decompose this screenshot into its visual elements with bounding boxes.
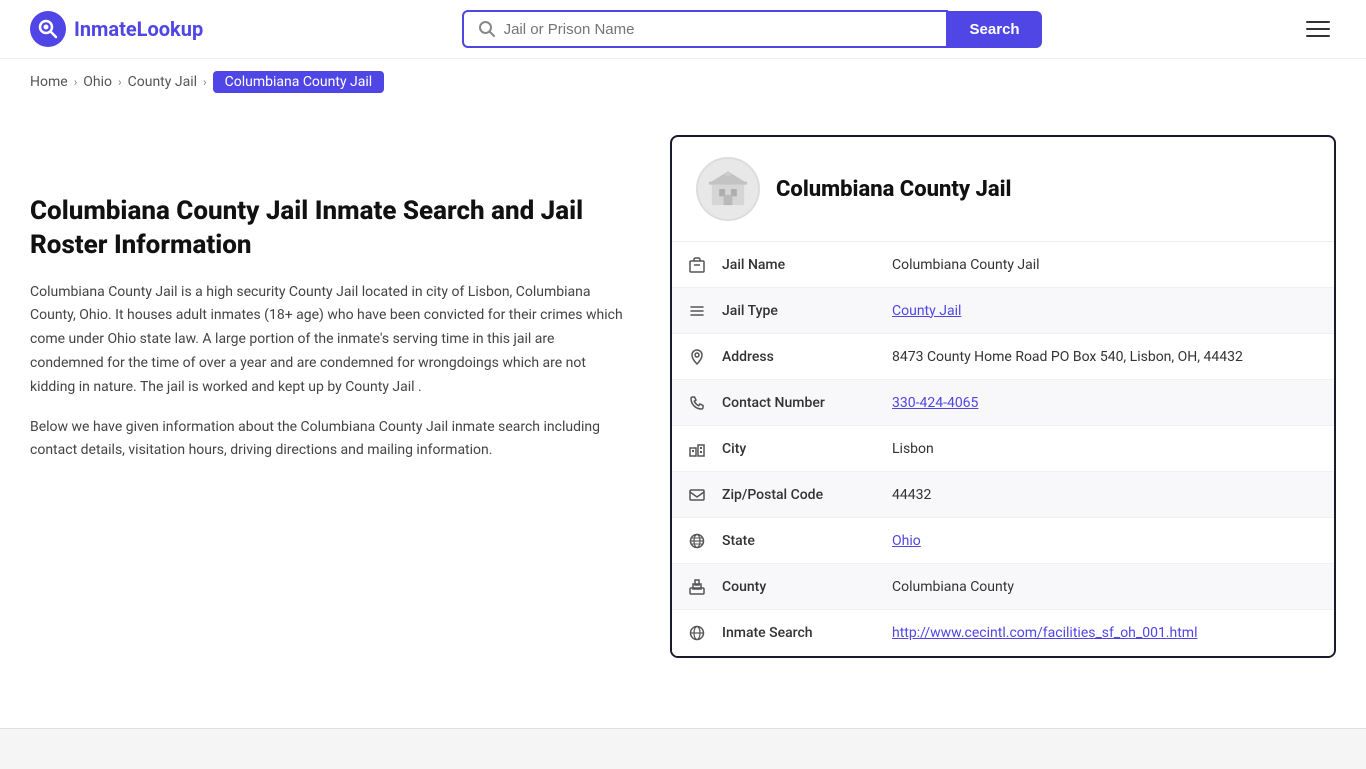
logo-link[interactable]: InmateLookup	[30, 11, 203, 47]
card-header: Columbiana County Jail	[672, 137, 1334, 242]
phone-icon	[672, 394, 722, 412]
table-row: City Lisbon	[672, 426, 1334, 472]
jail-type-link[interactable]: County Jail	[892, 303, 961, 319]
table-row: Contact Number 330-424-4065	[672, 380, 1334, 426]
value-state: Ohio	[892, 523, 1334, 559]
table-row: County Columbiana County	[672, 564, 1334, 610]
page-description-2: Below we have given information about th…	[30, 416, 630, 464]
logo-text: InmateLookup	[74, 17, 203, 41]
value-contact: 330-424-4065	[892, 385, 1334, 421]
label-county: County	[722, 569, 892, 605]
contact-link[interactable]: 330-424-4065	[892, 395, 978, 411]
search-input-wrapper	[462, 10, 948, 48]
label-contact: Contact Number	[722, 385, 892, 421]
info-card: Columbiana County Jail Jail Name Columbi…	[670, 135, 1336, 658]
search-button[interactable]: Search	[948, 11, 1042, 48]
table-row: State Ohio	[672, 518, 1334, 564]
breadcrumb-county-jail[interactable]: County Jail	[128, 74, 197, 90]
city-icon	[672, 440, 722, 458]
page-description-1: Columbiana County Jail is a high securit…	[30, 281, 630, 400]
table-row: Address 8473 County Home Road PO Box 540…	[672, 334, 1334, 380]
chevron-icon-2: ›	[118, 75, 122, 89]
mail-icon	[672, 486, 722, 504]
label-jail-name: Jail Name	[722, 247, 892, 283]
value-jail-type: County Jail	[892, 293, 1334, 329]
label-inmate-search: Inmate Search	[722, 615, 892, 651]
value-zip: 44432	[892, 477, 1334, 513]
chevron-icon-1: ›	[74, 75, 78, 89]
right-column: Columbiana County Jail Jail Name Columbi…	[670, 135, 1336, 658]
hamburger-line-1	[1306, 21, 1330, 23]
page-title: Columbiana County Jail Inmate Search and…	[30, 195, 630, 263]
value-county: Columbiana County	[892, 569, 1334, 605]
footer	[0, 728, 1366, 769]
county-icon	[672, 578, 722, 596]
breadcrumb: Home › Ohio › County Jail › Columbiana C…	[0, 59, 1366, 105]
search-icon	[478, 20, 496, 38]
label-address: Address	[722, 339, 892, 375]
hamburger-line-3	[1306, 35, 1330, 37]
chevron-icon-3: ›	[203, 75, 207, 89]
table-row: Jail Type County Jail	[672, 288, 1334, 334]
table-row: Jail Name Columbiana County Jail	[672, 242, 1334, 288]
label-state: State	[722, 523, 892, 559]
value-address: 8473 County Home Road PO Box 540, Lisbon…	[892, 339, 1334, 375]
facility-avatar	[696, 157, 760, 221]
table-row: Inmate Search http://www.cecintl.com/fac…	[672, 610, 1334, 656]
breadcrumb-ohio[interactable]: Ohio	[83, 74, 112, 90]
hamburger-menu[interactable]	[1300, 15, 1336, 43]
label-jail-type: Jail Type	[722, 293, 892, 329]
value-jail-name: Columbiana County Jail	[892, 247, 1334, 283]
breadcrumb-home[interactable]: Home	[30, 74, 68, 90]
globe-icon	[672, 532, 722, 550]
search-input[interactable]	[504, 21, 932, 38]
label-zip: Zip/Postal Code	[722, 477, 892, 513]
value-city: Lisbon	[892, 431, 1334, 467]
list-icon	[672, 302, 722, 320]
jail-icon	[672, 256, 722, 274]
main-content: Columbiana County Jail Inmate Search and…	[0, 105, 1366, 688]
location-icon	[672, 348, 722, 366]
left-column: Columbiana County Jail Inmate Search and…	[30, 135, 670, 658]
inmate-search-link[interactable]: http://www.cecintl.com/facilities_sf_oh_…	[892, 625, 1197, 641]
table-row: Zip/Postal Code 44432	[672, 472, 1334, 518]
info-table: Jail Name Columbiana County Jail Jail Ty…	[672, 242, 1334, 656]
state-link[interactable]: Ohio	[892, 533, 921, 549]
search-globe-icon	[672, 624, 722, 642]
card-title: Columbiana County Jail	[776, 177, 1012, 202]
search-bar: Search	[462, 10, 1042, 48]
site-header: InmateLookup Search	[0, 0, 1366, 59]
value-inmate-search: http://www.cecintl.com/facilities_sf_oh_…	[892, 615, 1334, 651]
hamburger-line-2	[1306, 28, 1330, 30]
breadcrumb-active: Columbiana County Jail	[213, 71, 385, 93]
label-city: City	[722, 431, 892, 467]
logo-icon	[30, 11, 66, 47]
